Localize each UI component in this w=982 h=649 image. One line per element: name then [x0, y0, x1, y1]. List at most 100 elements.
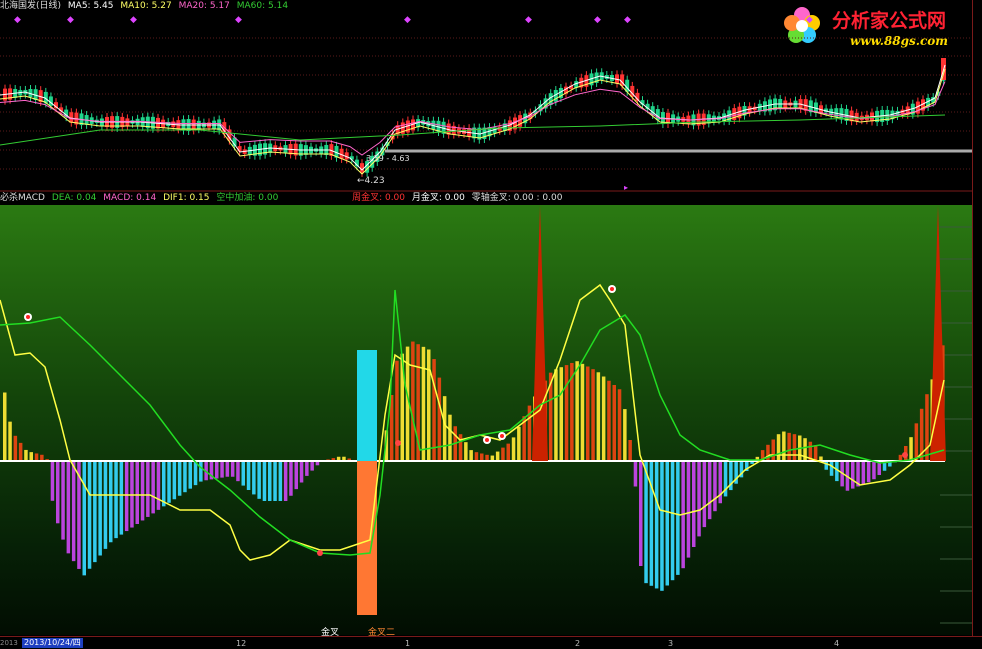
- macd-bar-positive: [501, 447, 505, 461]
- macd-bar-negative: [851, 461, 855, 489]
- macd-bar-negative: [114, 461, 118, 539]
- macd-bar-negative: [193, 461, 198, 486]
- date-axis[interactable]: 2013 2013/10/24/四 12 1 2 3 4: [0, 636, 982, 649]
- macd-bar-negative: [654, 461, 659, 589]
- macd-bar-positive: [469, 450, 473, 461]
- macd-bar-positive: [411, 341, 415, 461]
- macd-bar-positive: [787, 432, 791, 461]
- macd-bar-negative: [660, 461, 664, 591]
- yue-value: 月金叉: 0.00: [411, 193, 465, 203]
- macd-bar-negative: [151, 461, 155, 514]
- macd-bar-negative: [183, 461, 187, 493]
- macd-bar-negative: [124, 461, 129, 532]
- signal-mark-icon: ▸: [624, 183, 628, 192]
- macd-bar-negative: [50, 461, 55, 501]
- macd-bar-positive: [34, 453, 39, 461]
- signal-mark-icon: ◆: [806, 15, 813, 25]
- macd-bar-negative: [119, 461, 124, 535]
- macd-bar-negative: [633, 461, 638, 487]
- macd-bar-negative: [241, 461, 245, 486]
- dea-value: DEA: 0.04: [51, 193, 97, 203]
- macd-bar-positive: [18, 442, 23, 461]
- macd-bar-negative: [866, 461, 871, 483]
- macd-bar-negative: [71, 461, 76, 562]
- macd-bar-negative: [167, 461, 171, 503]
- macd-bar-negative: [707, 461, 712, 520]
- macd-bar-negative: [56, 461, 60, 524]
- macd-bar-negative: [103, 461, 108, 549]
- macd-bar-positive: [432, 359, 436, 461]
- macd-bar-positive: [623, 409, 627, 461]
- macd-bar-positive: [914, 423, 919, 461]
- macd-bar-negative: [649, 461, 654, 586]
- macd-bar-positive: [506, 443, 510, 461]
- macd-bar-negative: [87, 461, 92, 569]
- month-tick-3: 3: [668, 639, 674, 648]
- macd-bar-positive: [464, 442, 468, 461]
- macd-bar-negative: [718, 461, 722, 504]
- macd-value: MACD: 0.14: [103, 193, 157, 203]
- signal-mark-icon: ◆: [67, 15, 74, 25]
- macd-bar-positive: [24, 449, 28, 461]
- right-price-axis[interactable]: [972, 0, 982, 636]
- macd-bar-positive: [29, 452, 33, 461]
- macd-bar-positive: [607, 380, 611, 461]
- zhou-value: 周金叉: 0.00: [352, 193, 406, 203]
- macd-bar-negative: [692, 461, 696, 547]
- macd-bar-negative: [268, 461, 272, 501]
- macd-bar-negative: [702, 461, 707, 528]
- macd-bar-negative: [262, 461, 267, 501]
- macd-bar-positive: [427, 349, 431, 461]
- macd-bar-positive: [564, 365, 569, 461]
- golden-cross-bar-top: [357, 350, 377, 461]
- macd-bar-negative: [230, 461, 235, 477]
- macd-bar-negative: [861, 461, 866, 485]
- macd-bar-positive: [437, 377, 442, 461]
- macd-chart[interactable]: [0, 205, 972, 636]
- signal-mark-icon: ◆: [525, 15, 532, 25]
- macd-bar-negative: [676, 461, 680, 575]
- macd-bar-negative: [177, 461, 182, 496]
- macd-bar-negative: [310, 461, 314, 471]
- macd-bar-positive: [771, 439, 775, 461]
- macd-bar-negative: [140, 461, 145, 521]
- macd-bar-positive: [575, 361, 579, 461]
- macd-bar-positive: [511, 437, 516, 461]
- macd-bar-negative: [246, 461, 251, 490]
- macd-bar-negative: [156, 461, 161, 510]
- low-price-label: ←4.23: [357, 176, 385, 186]
- macd-bar-positive: [776, 434, 781, 461]
- dif1-value: DIF1: 0.15: [163, 193, 210, 203]
- cursor-date: 2013/10/24/四: [22, 638, 83, 648]
- macd-bar-negative: [162, 461, 166, 507]
- signal-mark-icon: ◆: [404, 15, 411, 25]
- signal-mark-icon: ◆: [624, 15, 631, 25]
- month-tick-12: 12: [236, 639, 247, 648]
- macd-bar-negative: [644, 461, 648, 584]
- indicator-name[interactable]: 必杀MACD: [0, 193, 45, 203]
- macd-bar-negative: [82, 461, 86, 576]
- macd-bar-negative: [713, 461, 717, 512]
- month-tick-1: 1: [405, 639, 411, 648]
- macd-bar-positive: [458, 434, 463, 461]
- macd-bar-positive: [813, 445, 818, 461]
- macd-bar-negative: [824, 461, 828, 470]
- macd-bar-positive: [792, 434, 797, 461]
- price-chart[interactable]: ←4.23 3.59 - 4.63 ◆ ◆ ◆ ◆ ◆ ◆ ◆ ◆ ◆ ▸: [0, 0, 972, 192]
- macd-bar-negative: [220, 461, 224, 478]
- macd-bar-negative: [829, 461, 834, 476]
- macd-bar-negative: [283, 461, 288, 501]
- macd-bar-negative: [236, 461, 240, 482]
- month-tick-4: 4: [834, 639, 840, 648]
- macd-bar-positive: [586, 366, 590, 461]
- macd-bar-negative: [146, 461, 150, 517]
- macd-bar-positive: [448, 414, 452, 461]
- indicator-header: 必杀MACD DEA: 0.04 MACD: 0.14 DIF1: 0.15 空…: [0, 192, 982, 204]
- sell-marker-dot: [500, 434, 504, 438]
- macd-bar-positive: [8, 421, 12, 461]
- macd-bar-positive: [480, 453, 484, 461]
- macd-bar-negative: [299, 461, 304, 483]
- macd-bar-positive: [421, 346, 426, 461]
- macd-spike: [930, 206, 946, 461]
- macd-bar-negative: [305, 461, 309, 476]
